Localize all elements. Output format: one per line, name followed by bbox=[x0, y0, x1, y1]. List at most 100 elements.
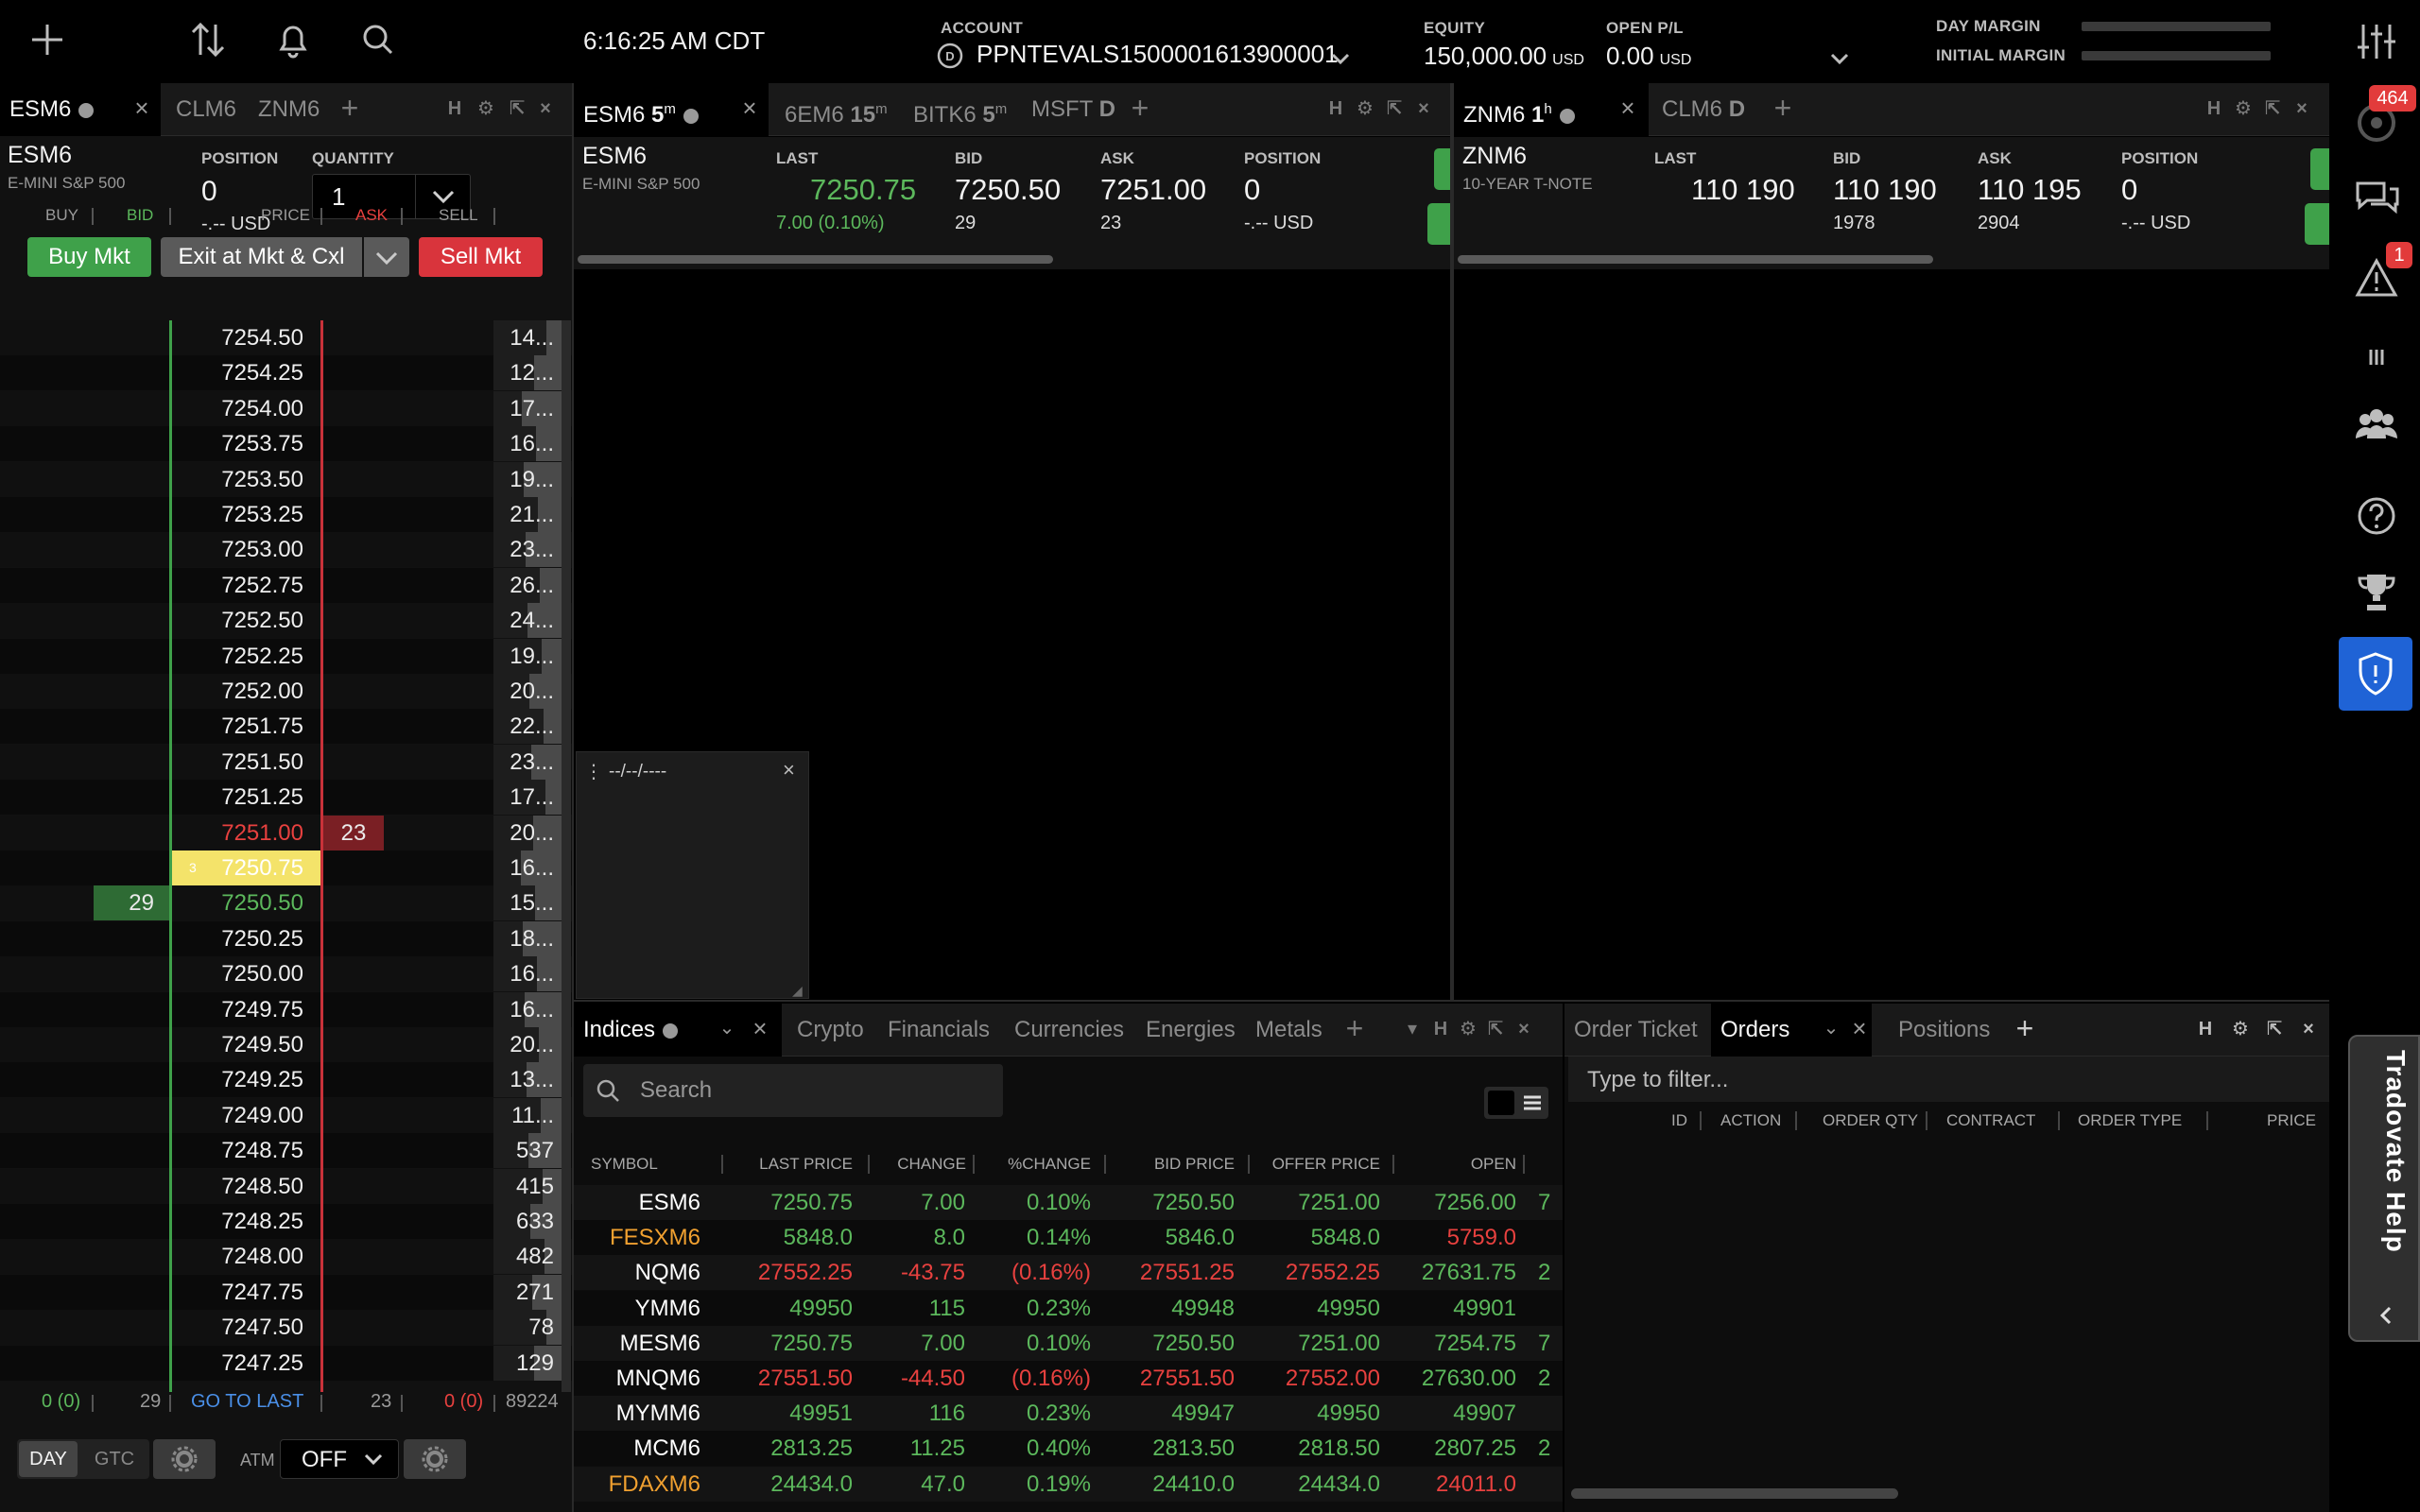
price-cell[interactable]: 7251.25 bbox=[172, 780, 320, 815]
add-tab-icon[interactable]: + bbox=[337, 93, 363, 123]
price-cell[interactable]: 7253.75 bbox=[172, 426, 320, 461]
sell-size-cell[interactable]: 17... bbox=[493, 391, 554, 426]
price-ladder[interactable]: 7254.50 14... 7254.25 12... 7254.00 17... 7253… bbox=[0, 320, 572, 1392]
price-cell[interactable]: 7249.00 bbox=[172, 1098, 320, 1133]
exit-dropdown-button[interactable] bbox=[364, 237, 409, 277]
ladder-row[interactable]: 7247.50 78 bbox=[0, 1310, 572, 1345]
ladder-row[interactable]: 7249.00 11... bbox=[0, 1098, 572, 1133]
sell-size-cell[interactable]: 22... bbox=[493, 709, 554, 744]
sell-size-cell[interactable]: 16... bbox=[493, 956, 554, 991]
search-icon[interactable] bbox=[355, 17, 401, 62]
price-cell[interactable]: 7248.25 bbox=[172, 1204, 320, 1239]
ladder-row[interactable]: 7249.25 13... bbox=[0, 1062, 572, 1097]
ladder-row[interactable]: 7250.00 16... bbox=[0, 956, 572, 991]
sell-size-cell[interactable]: 633 bbox=[493, 1204, 554, 1239]
price-cell[interactable]: 7247.50 bbox=[172, 1310, 320, 1345]
sell-size-cell[interactable]: 16... bbox=[493, 850, 554, 885]
gear-icon[interactable]: ⚙ bbox=[2230, 1019, 2251, 1040]
tab-znm6[interactable]: ZNM6 bbox=[249, 83, 329, 136]
price-cell[interactable]: 7252.25 bbox=[172, 639, 320, 674]
sell-size-cell[interactable]: 20... bbox=[493, 674, 554, 709]
ladder-row[interactable]: 7253.50 19... bbox=[0, 462, 572, 497]
transfer-icon[interactable] bbox=[185, 17, 231, 62]
price-cell[interactable]: 7250.00 bbox=[172, 956, 320, 991]
close-icon[interactable]: × bbox=[1513, 1019, 1534, 1040]
list-view-icon[interactable] bbox=[1522, 1092, 1543, 1113]
close-icon[interactable]: × bbox=[2291, 98, 2312, 119]
ladder-row[interactable]: 7249.50 20... bbox=[0, 1027, 572, 1062]
wl-symbol[interactable]: FESXM6 bbox=[574, 1220, 700, 1255]
gear-icon[interactable]: ⚙ bbox=[1355, 98, 1375, 119]
tab-clm6[interactable]: CLM6 bbox=[166, 83, 246, 136]
day-button[interactable]: DAY bbox=[19, 1441, 78, 1477]
sell-size-cell[interactable]: 78 bbox=[493, 1310, 554, 1345]
resize-handle-icon[interactable]: ◢ bbox=[792, 983, 803, 999]
search-input[interactable]: Search bbox=[583, 1064, 1003, 1117]
watchlist-row[interactable]: MYMM6 49951 116 0.23% 49947 49950 49907 bbox=[574, 1396, 1563, 1432]
chevron-down-icon[interactable] bbox=[1329, 47, 1352, 70]
tab-order-ticket[interactable]: Order Ticket bbox=[1564, 1004, 1707, 1057]
popout-icon[interactable]: ⇱ bbox=[2262, 98, 2283, 119]
watchlist-row[interactable]: MCM6 2813.25 11.25 0.40% 2813.50 2818.50 2807.… bbox=[574, 1431, 1563, 1467]
trophy-icon[interactable] bbox=[2352, 567, 2401, 616]
ladder-row[interactable]: 7248.25 633 bbox=[0, 1204, 572, 1239]
ladder-row[interactable]: 7252.00 20... bbox=[0, 674, 572, 709]
ladder-row[interactable]: 7248.50 415 bbox=[0, 1169, 572, 1204]
ladder-row[interactable]: 7249.75 16... bbox=[0, 992, 572, 1027]
sell-size-cell[interactable]: 20... bbox=[493, 816, 554, 850]
horizontal-scrollbar[interactable] bbox=[1458, 255, 1933, 264]
price-cell[interactable]: 7250.50 bbox=[172, 885, 320, 920]
sell-size-cell[interactable]: 11... bbox=[493, 1098, 554, 1133]
tab-msft-d[interactable]: MSFT D bbox=[1022, 83, 1125, 136]
wl-symbol[interactable]: ESM6 bbox=[574, 1185, 700, 1220]
tab-metals[interactable]: Metals bbox=[1246, 1004, 1332, 1057]
ladder-row[interactable]: 7252.50 24... bbox=[0, 603, 572, 638]
ladder-row[interactable]: 7251.75 22... bbox=[0, 709, 572, 744]
price-cell[interactable]: 7253.00 bbox=[172, 532, 320, 567]
sell-size-cell[interactable]: 18... bbox=[493, 921, 554, 956]
price-cell[interactable]: 7248.75 bbox=[172, 1133, 320, 1168]
add-tab-icon[interactable]: + bbox=[1341, 1013, 1368, 1043]
ladder-row[interactable]: 7247.75 271 bbox=[0, 1275, 572, 1310]
sell-size-cell[interactable]: 23... bbox=[493, 532, 554, 567]
watchlist-row[interactable]: MNQM6 27551.50 -44.50 (0.16%) 27551.50 27552.… bbox=[574, 1361, 1563, 1396]
price-cell[interactable]: 7248.50 bbox=[172, 1169, 320, 1204]
sell-size-cell[interactable]: 21... bbox=[493, 497, 554, 532]
watchlist-row[interactable]: MESM6 7250.75 7.00 0.10% 7250.50 7251.00 7254.… bbox=[574, 1325, 1563, 1361]
grid-view-icon[interactable] bbox=[1488, 1091, 1514, 1115]
buy-button-edge[interactable] bbox=[2310, 148, 2329, 190]
price-cell[interactable]: 7252.00 bbox=[172, 674, 320, 709]
ladder-row[interactable]: 29 7250.50 15... bbox=[0, 885, 572, 920]
sell-size-cell[interactable]: 271 bbox=[493, 1275, 554, 1310]
price-cell[interactable]: 7254.25 bbox=[172, 355, 320, 390]
tradovate-help-tab[interactable]: Tradovate Help bbox=[2348, 1035, 2420, 1342]
drag-handle-icon[interactable]: ⋮ bbox=[584, 760, 603, 783]
buy-button-edge[interactable] bbox=[1427, 203, 1450, 245]
wl-symbol[interactable]: MESM6 bbox=[574, 1326, 700, 1361]
gear-icon[interactable]: ⚙ bbox=[1458, 1019, 1478, 1040]
gear-icon[interactable]: ⚙ bbox=[475, 98, 496, 119]
price-cell[interactable]: 7249.50 bbox=[172, 1027, 320, 1062]
price-cell[interactable]: 7250.25 bbox=[172, 921, 320, 956]
ladder-row[interactable]: 7251.25 17... bbox=[0, 780, 572, 815]
sell-size-cell[interactable]: 17... bbox=[493, 780, 554, 815]
sell-size-cell[interactable]: 19... bbox=[493, 462, 554, 497]
exit-mkt-cxl-button[interactable]: Exit at Mkt & Cxl bbox=[161, 237, 362, 277]
ask-size-cell[interactable]: 23 bbox=[323, 816, 384, 850]
sell-size-cell[interactable]: 23... bbox=[493, 745, 554, 780]
view-toggle[interactable] bbox=[1484, 1087, 1548, 1119]
wl-symbol[interactable]: FDAXM6 bbox=[574, 1467, 700, 1502]
close-icon[interactable]: × bbox=[535, 98, 556, 119]
close-icon[interactable]: × bbox=[738, 95, 761, 120]
tab-positions[interactable]: Positions bbox=[1889, 1004, 1999, 1057]
sell-size-cell[interactable]: 16... bbox=[493, 992, 554, 1027]
ladder-row[interactable]: 7253.00 23... bbox=[0, 532, 572, 567]
popout-icon[interactable]: ⇱ bbox=[507, 98, 527, 119]
sell-size-cell[interactable]: 19... bbox=[493, 639, 554, 674]
price-cell[interactable]: 7249.75 bbox=[172, 992, 320, 1027]
bid-size-cell[interactable]: 29 bbox=[94, 885, 169, 920]
chevron-left-icon[interactable] bbox=[2375, 1304, 2397, 1327]
gtc-button[interactable]: GTC bbox=[85, 1441, 144, 1477]
ladder-scrollbar[interactable] bbox=[562, 320, 571, 1392]
tab-energies[interactable]: Energies bbox=[1136, 1004, 1245, 1057]
